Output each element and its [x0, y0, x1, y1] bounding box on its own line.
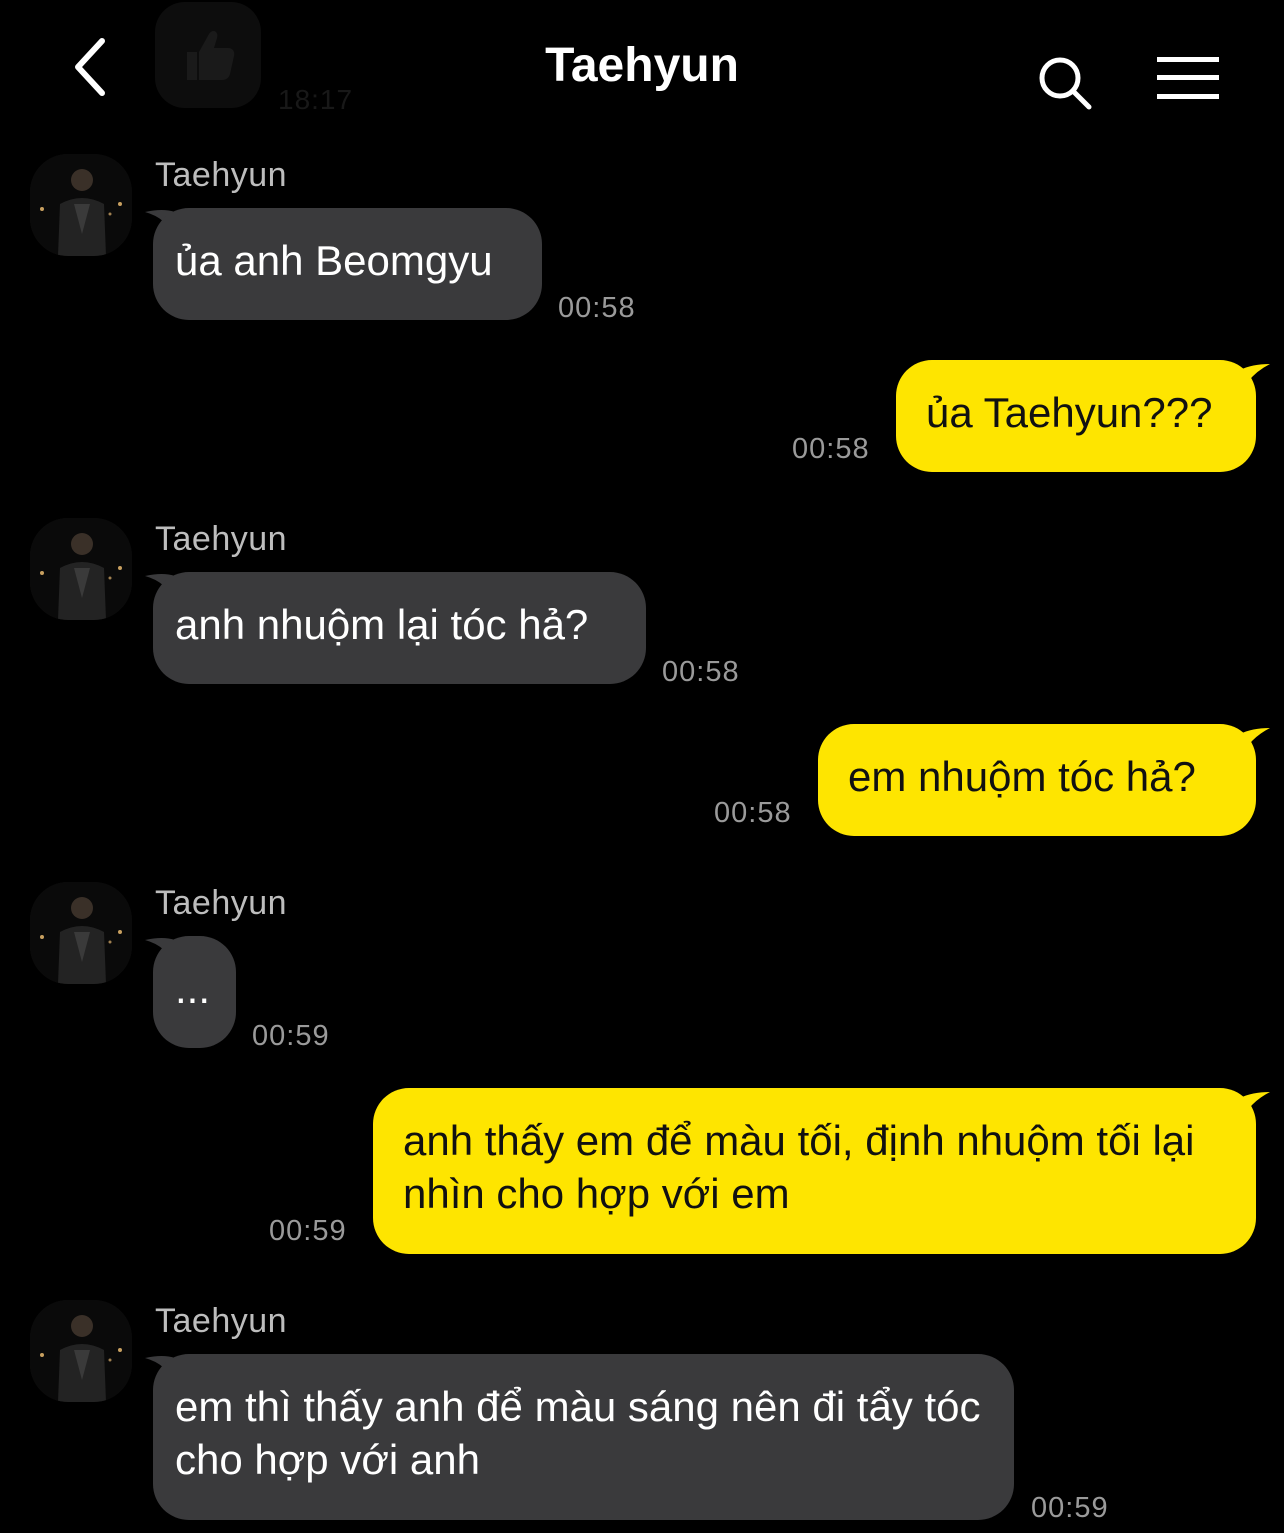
incoming-message-bubble[interactable]: em thì thấy anh để màu sáng nên đi tẩy t…	[153, 1354, 1014, 1520]
search-button[interactable]	[1030, 48, 1100, 118]
avatar[interactable]	[30, 518, 132, 620]
incoming-message-bubble[interactable]: anh nhuộm lại tóc hả?	[153, 572, 646, 684]
chat-header: 18:17 Taehyun	[0, 0, 1284, 130]
message-time: 00:59	[269, 1215, 347, 1247]
menu-button[interactable]	[1150, 48, 1226, 108]
sender-name: Taehyun	[155, 1302, 288, 1340]
avatar-photo	[30, 882, 132, 984]
previous-message-time: 18:17	[278, 84, 354, 115]
message-time: 00:58	[792, 433, 870, 465]
message-time: 00:59	[252, 1020, 330, 1052]
message-time: 00:58	[662, 656, 740, 688]
search-icon	[1039, 57, 1092, 110]
avatar[interactable]	[30, 1300, 132, 1402]
avatar-photo	[30, 1300, 132, 1402]
message-time: 00:58	[714, 797, 792, 829]
incoming-message-bubble[interactable]: ủa anh Beomgyu	[153, 208, 542, 320]
hamburger-menu-icon	[1157, 57, 1219, 99]
avatar-photo	[30, 154, 132, 256]
thumbs-up-emoticon	[155, 2, 261, 108]
sender-name: Taehyun	[155, 156, 288, 194]
outgoing-message-bubble[interactable]: anh thấy em để màu tối, định nhuộm tối l…	[373, 1088, 1256, 1254]
message-time: 00:59	[1031, 1492, 1109, 1524]
avatar[interactable]	[30, 154, 132, 256]
sender-name: Taehyun	[155, 884, 288, 922]
avatar[interactable]	[30, 882, 132, 984]
avatar-photo	[30, 518, 132, 620]
back-button[interactable]	[58, 32, 122, 102]
chevron-left-icon	[75, 38, 105, 96]
outgoing-message-bubble[interactable]: em nhuộm tóc hả?	[818, 724, 1256, 836]
incoming-message-bubble[interactable]: ...	[153, 936, 236, 1048]
message-time: 00:58	[558, 292, 636, 324]
outgoing-message-bubble[interactable]: ủa Taehyun???	[896, 360, 1256, 472]
sender-name: Taehyun	[155, 520, 288, 558]
